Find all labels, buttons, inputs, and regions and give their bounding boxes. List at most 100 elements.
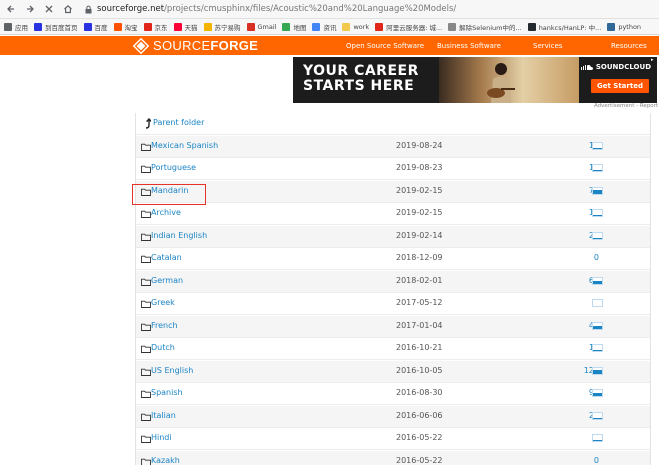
baidu-paw-icon — [83, 22, 92, 31]
folder-name-link[interactable]: Greek — [151, 298, 175, 307]
folder-name-link[interactable]: US English — [151, 366, 193, 375]
parent-folder-link[interactable]: Parent folder — [153, 118, 204, 127]
file-row[interactable]: Indian English2019-02-1425 — [136, 226, 650, 248]
weekly-download-count[interactable]: 0 — [594, 456, 599, 465]
bookmark-item[interactable]: 京东 — [143, 22, 168, 32]
home-icon — [64, 4, 72, 14]
stop-button[interactable] — [41, 1, 57, 17]
file-row[interactable]: Italian2016-06-0620 — [136, 406, 650, 428]
file-row[interactable]: Mandarin2019-02-1578 — [136, 181, 650, 203]
ad-headline: YOUR CAREER STARTS HERE — [303, 64, 419, 94]
bookmark-item[interactable]: 应用 — [4, 22, 28, 32]
folder-icon — [141, 143, 151, 151]
ad-banner[interactable]: YOUR CAREER STARTS HERE SOUNDCLOUD Get S… — [293, 57, 657, 103]
file-row[interactable]: Spanish2016-08-3096 — [136, 383, 650, 405]
folder-name-link[interactable]: Archive — [151, 208, 181, 217]
file-row[interactable]: US English2016-10-05128 — [136, 361, 650, 383]
sourceforge-logo[interactable]: SOURCEFORGE — [133, 37, 258, 54]
bookmark-item[interactable]: hankcs/HanLP: 中... — [527, 22, 601, 32]
files-list: Parent folder Mexican Spanish2019-08-241… — [135, 113, 651, 465]
download-sparkline[interactable] — [592, 299, 603, 307]
back-button[interactable] — [3, 1, 19, 17]
download-sparkline[interactable] — [592, 367, 603, 375]
bookmark-item[interactable]: 百度 — [83, 22, 108, 32]
bookmark-item[interactable]: Gmail — [246, 22, 276, 31]
file-row[interactable]: Portuguese2019-08-2314 — [136, 158, 650, 180]
sparkline-fill — [593, 417, 602, 419]
download-sparkline[interactable] — [592, 232, 603, 240]
file-row[interactable]: Catalan 2018-12-09 0 — [136, 248, 650, 270]
parent-folder-row[interactable]: Parent folder — [136, 113, 650, 135]
bookmark-item[interactable]: 天猫 — [173, 22, 198, 32]
bookmark-item[interactable]: python — [607, 22, 641, 31]
sparkline-fill — [593, 169, 602, 171]
download-sparkline[interactable] — [592, 142, 603, 150]
ad-close-icon[interactable]: ▸ — [651, 58, 656, 63]
folder-name-link[interactable]: Italian — [151, 411, 176, 420]
folder-date: 2019-02-15 — [396, 186, 443, 195]
bookmark-item[interactable]: 资讯 — [312, 22, 336, 32]
folder-icon — [141, 165, 151, 173]
download-sparkline[interactable] — [592, 277, 603, 285]
download-sparkline[interactable] — [592, 322, 603, 330]
file-row[interactable]: Hindi2016-05-225 — [136, 428, 650, 450]
file-row[interactable]: Archive2019-02-1517 — [136, 203, 650, 225]
github-icon — [527, 22, 536, 31]
download-sparkline[interactable] — [592, 164, 603, 172]
bookmark-label: 地图 — [293, 23, 307, 32]
folder-date: 2017-01-04 — [396, 321, 443, 330]
folder-date: 2016-05-22 — [396, 433, 443, 442]
suning-icon — [203, 22, 212, 31]
folder-date: 2016-10-05 — [396, 366, 443, 375]
nav-resources[interactable]: Resources — [611, 36, 647, 55]
folder-name-link[interactable]: Catalan — [151, 253, 182, 262]
download-sparkline[interactable] — [592, 209, 603, 217]
folder-name-link[interactable]: Mandarin — [151, 186, 188, 195]
nav-services[interactable]: Services — [533, 36, 563, 55]
download-sparkline[interactable] — [592, 412, 603, 420]
file-row[interactable]: French2017-01-0447 — [136, 316, 650, 338]
download-sparkline[interactable] — [592, 389, 603, 397]
taobao-icon — [113, 22, 122, 31]
folder-name-link[interactable]: Kazakh — [151, 456, 180, 465]
bookmark-item[interactable]: 阿里云服务器: 城... — [375, 22, 442, 32]
arrow-right-icon — [27, 5, 34, 13]
forward-button[interactable] — [22, 1, 38, 17]
file-row[interactable]: Greek2017-05-122 — [136, 293, 650, 315]
weekly-download-count[interactable]: 0 — [594, 253, 599, 262]
folder-name-link[interactable]: Portuguese — [151, 163, 196, 172]
folder-name-link[interactable]: Dutch — [151, 343, 175, 352]
folder-name-link[interactable]: German — [151, 276, 183, 285]
bookmark-item[interactable]: work — [342, 22, 369, 31]
file-row[interactable]: German2018-02-0165 — [136, 271, 650, 293]
file-row[interactable]: Kazakh 2016-05-22 0 — [136, 451, 650, 465]
home-button[interactable] — [60, 1, 76, 17]
bookmark-item[interactable]: 解除Selenium中的... — [448, 22, 522, 32]
bookmark-item[interactable]: 苏宁易购 — [203, 22, 241, 32]
folder-name-link[interactable]: Mexican Spanish — [151, 141, 218, 150]
folder-name-link[interactable]: French — [151, 321, 178, 330]
folder-icon — [141, 435, 151, 443]
folder-date: 2016-06-06 — [396, 411, 443, 420]
bookmark-item[interactable]: 地图 — [282, 22, 306, 32]
folder-name-link[interactable]: Indian English — [151, 231, 207, 240]
ad-report-note[interactable]: Advertisement - Report — [594, 103, 658, 109]
nav-open-source-software[interactable]: Open Source Software — [346, 36, 424, 55]
download-sparkline[interactable] — [592, 344, 603, 352]
nav-business-software[interactable]: Business Software — [437, 36, 501, 55]
gmail-icon — [246, 22, 255, 31]
folder-date: 2017-05-12 — [396, 298, 443, 307]
folder-name-link[interactable]: Hindi — [151, 433, 172, 442]
file-row[interactable]: Mexican Spanish2019-08-2417 — [136, 136, 650, 158]
download-sparkline[interactable] — [592, 434, 603, 442]
folder-name-link[interactable]: Spanish — [151, 388, 183, 397]
download-sparkline[interactable] — [592, 187, 603, 195]
bookmark-item[interactable]: 淘宝 — [113, 22, 138, 32]
ad-get-started-button[interactable]: Get Started — [591, 79, 649, 93]
bookmark-label: 资讯 — [323, 23, 337, 32]
bookmark-item[interactable]: 到百度首页 — [34, 22, 78, 32]
bookmark-label: 应用 — [15, 23, 28, 32]
file-row[interactable]: Dutch2016-10-2112 — [136, 338, 650, 360]
address-bar[interactable]: sourceforge.net/projects/cmusphinx/files… — [84, 2, 655, 17]
bookmark-label: 京东 — [154, 23, 168, 32]
